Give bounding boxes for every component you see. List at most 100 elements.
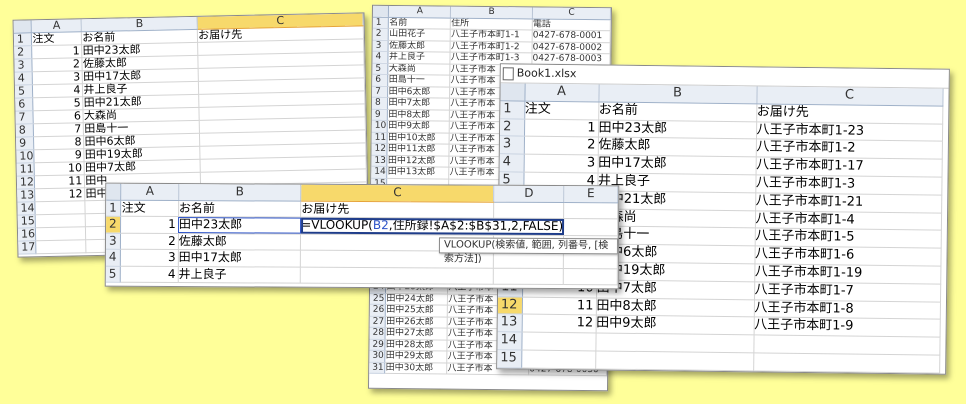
column-header-a[interactable]: A: [31, 19, 82, 33]
cell[interactable]: [521, 349, 596, 369]
cell-a5[interactable]: 4: [120, 265, 179, 283]
row-header[interactable]: 6: [372, 74, 389, 86]
cell[interactable]: [595, 333, 754, 353]
row-header[interactable]: 1: [13, 32, 33, 47]
row-header[interactable]: 12: [16, 175, 36, 190]
cell[interactable]: 住所: [450, 17, 533, 30]
cell[interactable]: 電話: [532, 18, 611, 31]
cell[interactable]: 8: [33, 135, 85, 150]
cell[interactable]: 注文: [524, 100, 599, 120]
cell[interactable]: 田中9太郎: [387, 120, 450, 133]
cell-c5[interactable]: [300, 266, 494, 285]
cell[interactable]: 佐藤太郎: [388, 39, 451, 53]
cell[interactable]: 10: [34, 161, 85, 176]
column-header-d[interactable]: D: [493, 185, 564, 203]
row-header[interactable]: 27: [369, 315, 386, 328]
cell[interactable]: 八王子市本町1-2: [450, 40, 533, 53]
row-header[interactable]: 12: [371, 143, 388, 155]
cell[interactable]: 田中26太郎: [385, 315, 448, 329]
cell[interactable]: 3: [32, 70, 83, 85]
row-header[interactable]: 1: [372, 16, 389, 29]
row-header[interactable]: 15: [497, 349, 522, 368]
cell[interactable]: 9: [34, 148, 85, 163]
column-header-b[interactable]: B: [598, 84, 757, 104]
cell[interactable]: 田島十一: [388, 74, 451, 87]
cell[interactable]: 田中6太郎: [388, 85, 450, 99]
column-header-c[interactable]: C: [756, 86, 943, 106]
cell[interactable]: お届け先: [756, 103, 943, 124]
cell[interactable]: 八王子市本町1-7: [754, 281, 941, 302]
corner-cell[interactable]: [106, 183, 122, 200]
column-header-c[interactable]: C: [300, 184, 495, 202]
cell[interactable]: 八王子市本町1-17: [755, 157, 942, 178]
cell[interactable]: [595, 350, 754, 371]
cell[interactable]: 山田花子: [388, 28, 451, 41]
cell[interactable]: 名前: [388, 16, 451, 30]
column-header-e[interactable]: E: [563, 186, 618, 203]
cell[interactable]: 1: [523, 118, 599, 138]
cell[interactable]: [753, 352, 940, 373]
cell[interactable]: 八王子市本町1-21: [755, 192, 942, 213]
corner-cell[interactable]: [13, 20, 32, 34]
row-header[interactable]: 16: [17, 227, 37, 242]
row-header[interactable]: 4: [105, 249, 121, 266]
row-header[interactable]: 13: [497, 314, 522, 333]
row-header[interactable]: 2: [14, 45, 33, 60]
row-header[interactable]: 2: [372, 28, 389, 40]
cell[interactable]: 5: [33, 96, 84, 111]
cell-a1[interactable]: 注文: [121, 199, 179, 217]
row-header[interactable]: 13: [371, 154, 388, 167]
cell[interactable]: 八王子市本町1-8: [753, 299, 941, 320]
cell-e1[interactable]: [563, 202, 618, 219]
cell[interactable]: 井上良子: [388, 51, 451, 64]
cell-b3[interactable]: 佐藤太郎: [178, 233, 301, 251]
cell[interactable]: [521, 332, 596, 351]
cell-d1[interactable]: [493, 201, 564, 219]
column-header-b[interactable]: B: [178, 184, 301, 201]
cell[interactable]: 大森尚: [388, 62, 451, 76]
column-header-a[interactable]: A: [524, 83, 599, 102]
row-header[interactable]: 3: [105, 232, 121, 250]
row-header[interactable]: 4: [14, 71, 33, 86]
row-header[interactable]: 17: [18, 240, 37, 255]
cell[interactable]: 12: [35, 187, 86, 202]
cell[interactable]: 田中27太郎: [385, 327, 448, 340]
cell[interactable]: 田中6太郎: [596, 244, 755, 264]
row-header[interactable]: 9: [371, 108, 388, 121]
cell-c1[interactable]: お届け先: [300, 200, 494, 219]
row-header[interactable]: 6: [15, 97, 34, 112]
row-header[interactable]: 9: [16, 136, 35, 151]
row-header[interactable]: 10: [16, 149, 35, 164]
cell[interactable]: 4: [32, 83, 84, 98]
cell[interactable]: 0427-678-0001: [532, 29, 611, 43]
cell[interactable]: 田中30太郎: [385, 361, 448, 375]
cell[interactable]: 田中17太郎: [597, 155, 756, 175]
row-header[interactable]: 30: [369, 350, 386, 362]
row-header[interactable]: 29: [369, 338, 386, 351]
cell[interactable]: 田中29太郎: [385, 350, 448, 363]
cell-b1[interactable]: お名前: [178, 200, 301, 218]
row-header[interactable]: 26: [369, 304, 386, 316]
row-header[interactable]: 7: [372, 85, 389, 98]
cell[interactable]: 田中21太郎: [597, 190, 756, 211]
cell[interactable]: 12: [521, 314, 596, 334]
row-header[interactable]: 8: [15, 123, 34, 138]
row-header[interactable]: 2: [106, 216, 122, 233]
cell[interactable]: 八王子市本町1-4: [754, 210, 942, 231]
row-header[interactable]: 11: [16, 162, 35, 177]
row-header[interactable]: 3: [372, 39, 389, 52]
row-header[interactable]: 12: [497, 296, 523, 315]
row-header[interactable]: 10: [371, 120, 388, 132]
cell[interactable]: 2: [523, 136, 598, 156]
row-header[interactable]: 8: [371, 97, 389, 109]
row-header[interactable]: 11: [371, 131, 388, 144]
row-header[interactable]: 4: [372, 51, 389, 63]
cell[interactable]: お名前: [598, 101, 757, 122]
cell[interactable]: 田中10太郎: [387, 131, 450, 145]
cell[interactable]: 田中8太郎: [387, 108, 450, 122]
formula-cell-c2[interactable]: =VLOOKUP(B2,住所録!$A$2:$B$31,2,FALSE): [300, 217, 564, 236]
cell[interactable]: 八王子市本町1-5: [754, 228, 941, 249]
column-header-b[interactable]: B: [450, 6, 533, 19]
cell[interactable]: 注文: [31, 31, 82, 46]
row-header[interactable]: 3: [499, 136, 524, 155]
